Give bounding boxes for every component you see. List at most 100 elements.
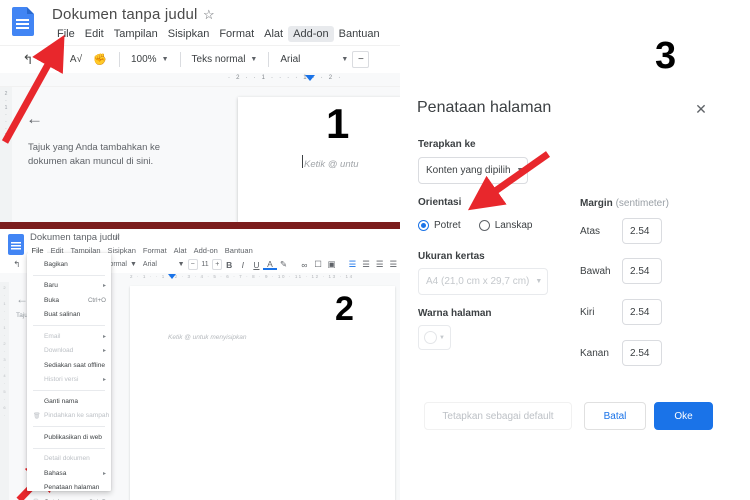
margin-atas-input[interactable]: 2.54 bbox=[622, 218, 662, 244]
ruler-ticks: · 2 · · 1 · · · · 1 · · 2 · bbox=[228, 75, 343, 81]
star-icon-2[interactable]: ☆ bbox=[113, 232, 120, 241]
apply-to-value: Konten yang dipilih bbox=[426, 165, 511, 176]
apply-to-label: Terapkan ke bbox=[418, 139, 476, 150]
callout-number-1: 1 bbox=[326, 100, 350, 147]
comment-icon[interactable]: ☐ bbox=[311, 258, 325, 272]
link-icon[interactable]: ∞ bbox=[298, 258, 312, 272]
menu-item-bantuan-2[interactable]: Bantuan bbox=[221, 245, 256, 256]
margin-unit-text: (sentimeter) bbox=[615, 198, 669, 209]
radio-potret[interactable] bbox=[418, 220, 429, 231]
back-arrow-icon[interactable]: ← bbox=[26, 109, 43, 129]
radio-lanskap-label: Lanskap bbox=[494, 220, 533, 231]
docs-toolbar-1: ↰ 🖶 A√ ✊ 100% ▼ Teks normal ▼ Arial ▼ − bbox=[0, 45, 400, 73]
spellcheck-icon[interactable]: A√ bbox=[64, 49, 88, 71]
menu-item-addon-2[interactable]: Add-on bbox=[190, 245, 221, 256]
menu-item-alat[interactable]: Alat bbox=[259, 26, 288, 42]
align-right-icon[interactable]: ☰ bbox=[373, 258, 387, 272]
menu-item-format-2[interactable]: Format bbox=[139, 245, 170, 256]
menu-item-addon[interactable]: Add-on bbox=[288, 26, 334, 42]
underline-button[interactable]: U bbox=[250, 258, 264, 272]
menu-item-sisipkan[interactable]: Sisipkan bbox=[163, 26, 215, 42]
indent-marker-icon-2[interactable] bbox=[168, 274, 176, 279]
file-menu-item-histori-versi[interactable]: Histori versi ▸ bbox=[27, 373, 111, 388]
file-menu-item-publikasikan-di-web[interactable]: Publikasikan di web bbox=[27, 430, 111, 445]
horizontal-ruler-1[interactable]: · 2 · · 1 · · · · 1 · · 2 · bbox=[0, 73, 400, 87]
menu-item-alat-2[interactable]: Alat bbox=[170, 245, 190, 256]
google-docs-window-1: Dokumen tanpa judul ☆ File Edit Tampilan… bbox=[0, 0, 400, 222]
font-size-decrease-2[interactable]: − bbox=[187, 259, 198, 270]
menu-item-file[interactable]: File bbox=[52, 26, 80, 42]
font-size-value-2[interactable]: 11 bbox=[198, 261, 213, 268]
undo-icon-2[interactable]: ↰ bbox=[10, 258, 24, 272]
indent-marker-icon[interactable] bbox=[305, 75, 315, 81]
file-menu-item-detail-dokumen[interactable]: Detail dokumen bbox=[27, 452, 111, 467]
star-icon[interactable]: ☆ bbox=[203, 7, 215, 23]
document-page-2[interactable]: Ketik @ untuk menyisipkan bbox=[130, 286, 395, 500]
margin-bawah-input[interactable]: 2.54 bbox=[622, 258, 662, 284]
file-menu-item-sediakan-saat-offline[interactable]: Sediakan saat offline bbox=[27, 358, 111, 373]
paint-format-icon[interactable]: ✊ bbox=[88, 49, 112, 71]
file-menu-item-ganti-nama[interactable]: Ganti nama bbox=[27, 394, 111, 409]
menu-item-bantuan[interactable]: Bantuan bbox=[334, 26, 385, 42]
italic-button[interactable]: I bbox=[236, 258, 250, 272]
menu-item-edit[interactable]: Edit bbox=[80, 26, 109, 42]
highlight-icon[interactable]: ✎ bbox=[277, 258, 291, 272]
close-icon[interactable]: ✕ bbox=[693, 101, 709, 117]
align-justify-icon[interactable]: ☰ bbox=[386, 258, 400, 272]
file-menu-item-cetak[interactable]: 🖶CetakCtrl+P bbox=[27, 495, 111, 500]
menu-item-format[interactable]: Format bbox=[214, 26, 259, 42]
align-left-icon[interactable]: ☰ bbox=[346, 258, 360, 272]
file-menu-item-buat-salinan[interactable]: Buat salinan bbox=[27, 308, 111, 323]
zoom-selector[interactable]: 100% ▼ bbox=[127, 54, 173, 65]
set-default-button[interactable]: Tetapkan sebagai default bbox=[424, 402, 572, 430]
font-selector[interactable]: Arial ▼ bbox=[276, 54, 352, 65]
file-menu-item-pindahkan-ke-sampah[interactable]: 🗑 Pindahkan ke sampah bbox=[27, 409, 111, 424]
apply-to-select[interactable]: Konten yang dipilih ▼ bbox=[418, 157, 528, 184]
header-hint-text: Tajuk yang Anda tambahkan ke dokumen aka… bbox=[28, 142, 161, 167]
orientation-label: Orientasi bbox=[418, 197, 462, 208]
file-dropdown-menu: Bagikan Baru ▸ Buka Ctrl+O Buat salinan Email ▸… bbox=[27, 253, 111, 500]
font-size-increase-2[interactable]: + bbox=[212, 259, 223, 270]
font-size-decrease-button[interactable]: − bbox=[352, 51, 370, 68]
file-menu-item-bagikan[interactable]: Bagikan bbox=[27, 257, 111, 272]
print-icon[interactable]: 🖶 bbox=[40, 49, 64, 71]
ruler-ticks-2: 2 · 1 · · 1 · 2 · 3 · 4 · 5 · 6 · 7 · 8 … bbox=[130, 274, 354, 279]
menu-separator bbox=[33, 274, 105, 276]
file-menu-item-baru[interactable]: Baru ▸ bbox=[27, 279, 111, 294]
menu-item-label: Pindahkan ke sampah bbox=[44, 412, 110, 420]
document-title-2[interactable]: Dokumen tanpa judul bbox=[30, 232, 120, 243]
margin-kiri-input[interactable]: 2.54 bbox=[622, 299, 662, 325]
image-icon[interactable]: ▣ bbox=[325, 258, 339, 272]
margin-kiri-label: Kiri bbox=[580, 306, 595, 318]
text-color-button[interactable]: A bbox=[263, 259, 277, 270]
document-page-1[interactable]: Ketik @ untu bbox=[238, 97, 400, 222]
margin-kanan-input[interactable]: 2.54 bbox=[622, 340, 662, 366]
page-color-picker[interactable]: ▼ bbox=[418, 325, 451, 350]
align-center-icon[interactable]: ☰ bbox=[359, 258, 373, 272]
document-title[interactable]: Dokumen tanpa judul bbox=[52, 6, 198, 23]
chevron-down-icon: ▼ bbox=[516, 167, 524, 174]
cancel-button[interactable]: Batal bbox=[584, 402, 646, 430]
font-selector-2[interactable]: Arial ▼ bbox=[140, 261, 188, 268]
page-color-label: Warna halaman bbox=[418, 308, 492, 319]
menu-item-file-2[interactable]: File bbox=[28, 245, 48, 256]
paragraph-style-selector[interactable]: Teks normal ▼ bbox=[188, 54, 262, 65]
toolbar-divider bbox=[268, 52, 270, 67]
bold-button[interactable]: B bbox=[222, 258, 236, 272]
margin-row-kanan: Kanan 2.54 bbox=[580, 340, 662, 366]
ok-button[interactable]: Oke bbox=[654, 402, 713, 430]
callout-number-3: 3 bbox=[655, 35, 677, 77]
file-menu-item-bahasa[interactable]: Bahasa ▸ bbox=[27, 466, 111, 481]
menu-item-tampilan[interactable]: Tampilan bbox=[109, 26, 163, 42]
margin-row-bawah: Bawah 2.54 bbox=[580, 258, 662, 284]
file-menu-item-email[interactable]: Email ▸ bbox=[27, 329, 111, 344]
undo-icon[interactable]: ↰ bbox=[16, 49, 40, 71]
submenu-arrow-icon: ▸ bbox=[102, 333, 106, 340]
file-menu-item-download[interactable]: Download ▸ bbox=[27, 344, 111, 359]
file-menu-item-buka[interactable]: Buka Ctrl+O bbox=[27, 293, 111, 308]
paper-size-select[interactable]: A4 (21,0 cm x 29,7 cm) ▼ bbox=[418, 268, 548, 295]
page-placeholder-text: Ketik @ untu bbox=[304, 159, 359, 170]
radio-lanskap[interactable] bbox=[478, 220, 490, 231]
menu-item-label: Bagikan bbox=[44, 260, 68, 268]
file-menu-item-penataan-halaman[interactable]: Penataan halaman bbox=[27, 481, 111, 496]
